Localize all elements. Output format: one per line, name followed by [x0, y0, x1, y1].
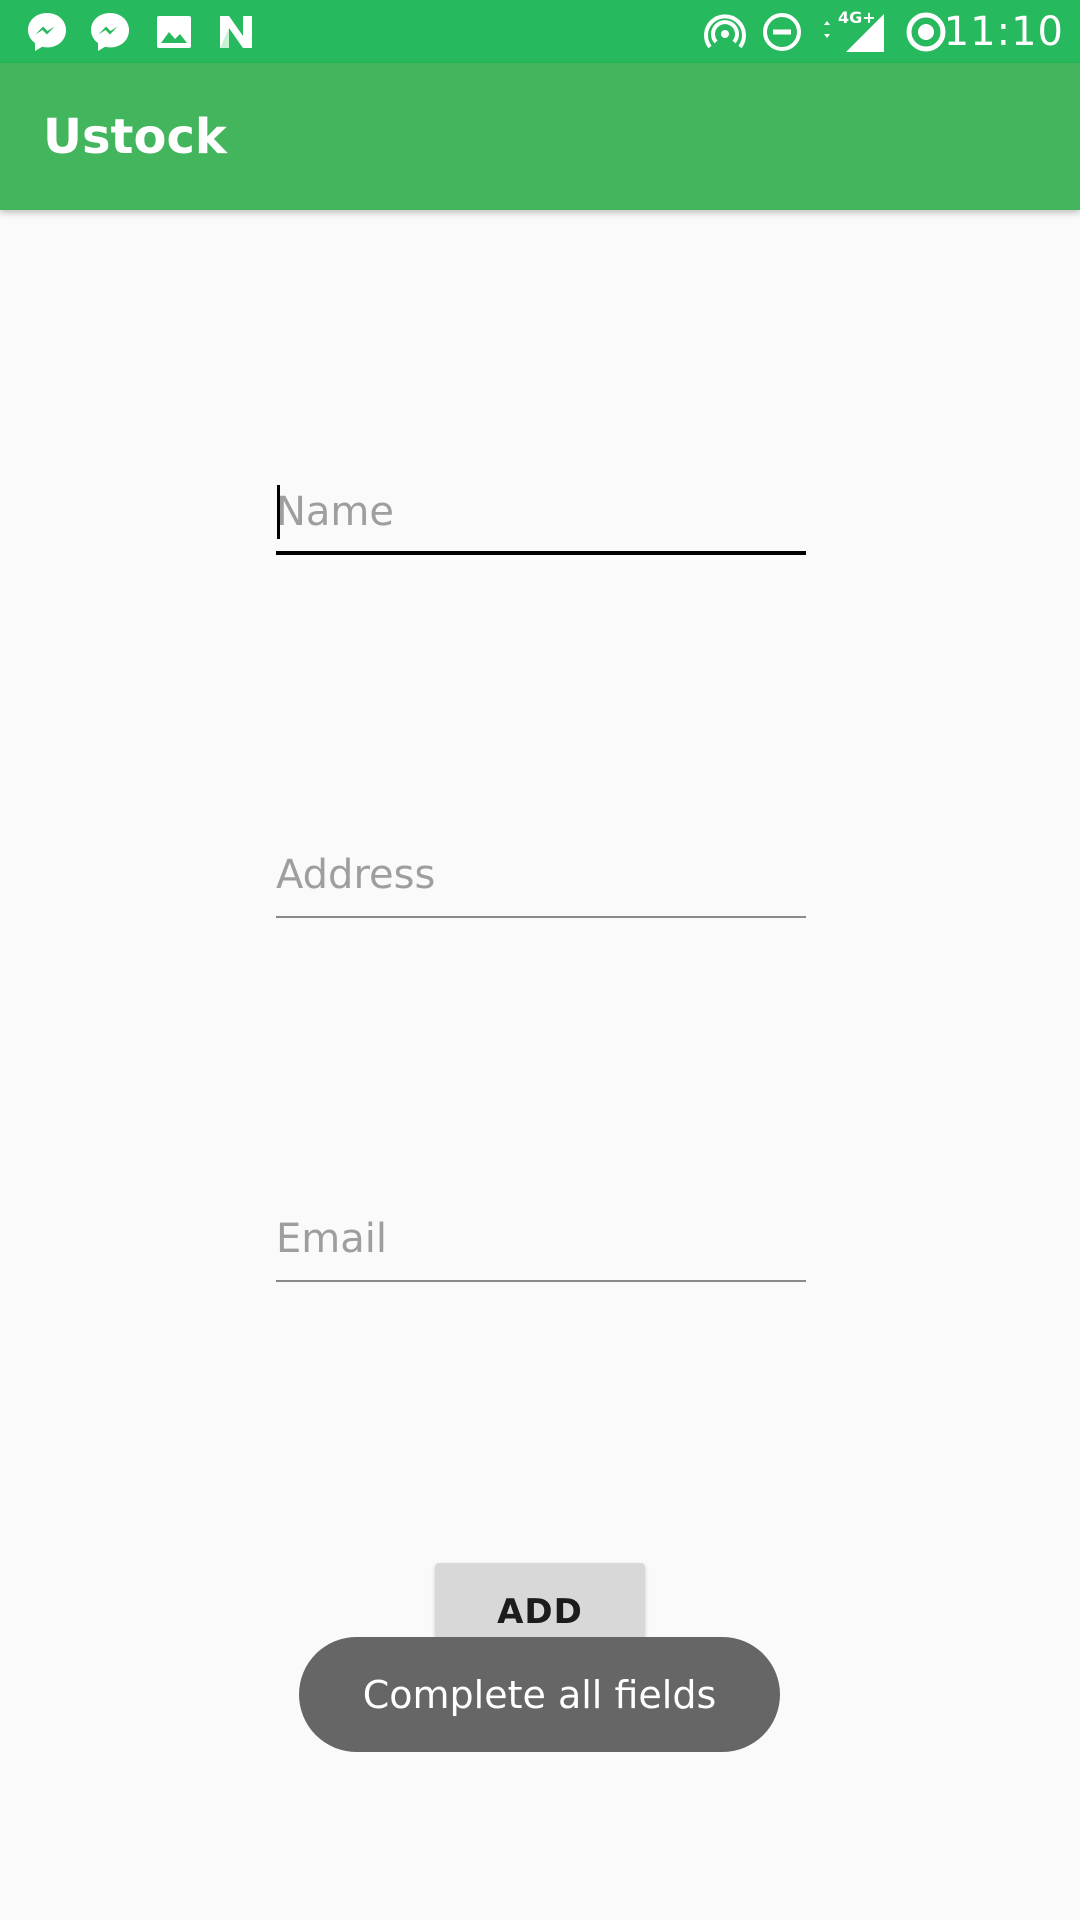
toast-message: Complete all fields	[362, 1672, 717, 1717]
network-type-label: 4G+	[838, 8, 876, 27]
do-not-disturb-icon	[763, 13, 801, 51]
address-field[interactable]	[276, 838, 806, 918]
name-field-underline	[276, 551, 806, 555]
hotspot-icon	[704, 14, 746, 49]
address-input[interactable]	[276, 838, 806, 912]
app-bar: Ustock	[0, 63, 1080, 210]
toast: Complete all fields	[299, 1637, 780, 1752]
gallery-icon	[157, 16, 191, 48]
text-cursor	[277, 485, 280, 539]
name-input[interactable]	[276, 475, 806, 549]
email-field[interactable]	[276, 1202, 806, 1282]
status-time: 11:10	[943, 9, 1064, 55]
address-field-underline	[276, 916, 806, 918]
n-app-icon	[220, 16, 252, 48]
email-input[interactable]	[276, 1202, 806, 1276]
status-bar: 4G+ 11:10	[0, 0, 1080, 63]
messenger-icon	[28, 13, 66, 51]
app-title: Ustock	[43, 109, 227, 165]
sync-icon	[906, 12, 946, 52]
messenger-icon	[91, 13, 129, 51]
app-screen: 4G+ 11:10 Ustock ADD Complete all fields	[0, 0, 1080, 1920]
email-field-underline	[276, 1280, 806, 1282]
name-field[interactable]	[276, 475, 806, 555]
